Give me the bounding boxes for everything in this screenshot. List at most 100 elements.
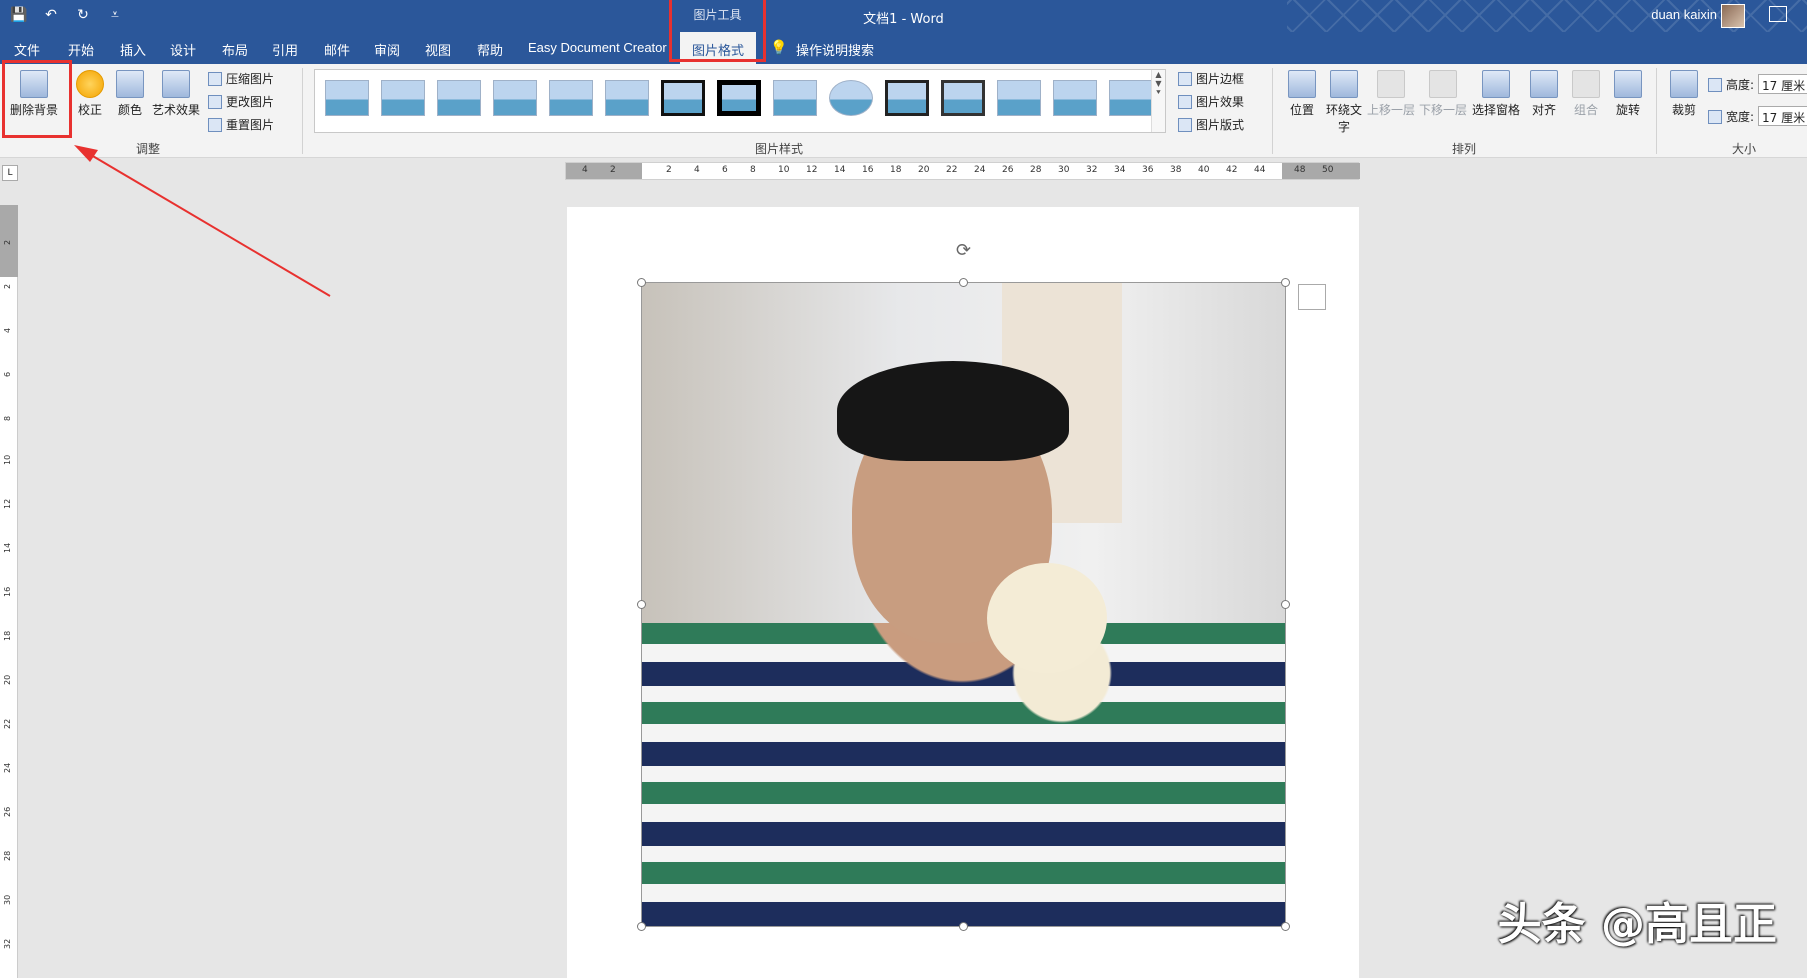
reset-picture-button[interactable]: 重置图片 — [208, 116, 274, 133]
ribbon-display-icon[interactable] — [1769, 6, 1787, 22]
vertical-ruler[interactable]: 2 2 4 6 8 10 12 14 16 18 20 22 24 26 28 30 32 — [0, 205, 18, 978]
tab-insert[interactable]: 插入 — [120, 40, 146, 59]
style-thumb[interactable] — [717, 80, 761, 116]
tab-easy-document-creator[interactable]: Easy Document Creator — [528, 40, 667, 55]
change-picture-icon — [208, 94, 222, 109]
resize-handle[interactable] — [1281, 278, 1290, 287]
tab-mailings[interactable]: 邮件 — [324, 40, 350, 59]
change-picture-button[interactable]: 更改图片 — [208, 93, 274, 110]
style-thumb[interactable] — [325, 80, 369, 116]
bring-forward-icon — [1377, 70, 1405, 98]
tab-design[interactable]: 设计 — [170, 40, 196, 59]
align-button[interactable]: 对齐 — [1524, 70, 1564, 118]
photo-hair — [837, 361, 1069, 461]
picture-styles-group-label: 图片样式 — [755, 142, 804, 156]
crop-button[interactable]: 裁剪 — [1664, 70, 1704, 118]
resize-handle[interactable] — [1281, 600, 1290, 609]
tell-me-search[interactable]: 操作说明搜索 — [796, 40, 874, 59]
rotate-button[interactable]: 旋转 — [1608, 70, 1648, 118]
resize-handle[interactable] — [959, 922, 968, 931]
artistic-effects-button[interactable]: 艺术效果 — [150, 70, 202, 118]
wrap-text-icon — [1330, 70, 1358, 98]
style-thumb[interactable] — [605, 80, 649, 116]
artistic-effects-icon — [162, 70, 190, 98]
height-label: 高度: — [1708, 76, 1754, 93]
user-name[interactable]: duan kaixin — [1651, 7, 1717, 22]
rotate-handle-icon[interactable]: ⟳ — [956, 240, 971, 261]
ruler-tick-label: 10 — [3, 454, 12, 465]
picture-layout-button[interactable]: 图片版式 — [1178, 116, 1244, 133]
sun-icon — [76, 70, 104, 98]
horizontal-ruler[interactable]: 4 2 2 4 6 8 10 12 14 16 18 20 22 24 26 28 30 32 34 36 38 40 42… — [565, 162, 1360, 180]
height-input[interactable]: 17 厘米 — [1758, 74, 1807, 94]
adjust-group-label: 调整 — [136, 142, 161, 156]
style-thumb[interactable] — [437, 80, 481, 116]
tab-selector[interactable]: L — [2, 165, 18, 181]
style-thumb[interactable] — [885, 80, 929, 116]
ruler-tick-label: 12 — [3, 498, 12, 509]
style-thumb[interactable] — [773, 80, 817, 116]
ruler-tick-label: 18 — [3, 630, 12, 641]
arrange-group-label: 排列 — [1452, 142, 1477, 156]
selected-picture[interactable] — [641, 282, 1286, 927]
resize-handle[interactable] — [637, 278, 646, 287]
size-group-label: 大小 — [1732, 142, 1757, 156]
ruler-tick-label: 4 — [694, 165, 700, 175]
effects-icon — [1178, 94, 1192, 109]
avatar[interactable] — [1721, 4, 1745, 28]
tab-file[interactable]: 文件 — [14, 40, 40, 59]
picture-tools-context-group: 图片工具 — [669, 0, 766, 62]
gallery-scroll[interactable]: ▲ ▼ ⯆ — [1151, 70, 1165, 132]
ruler-tick-label: 32 — [3, 938, 12, 949]
style-thumb[interactable] — [1053, 80, 1097, 116]
tab-help[interactable]: 帮助 — [477, 40, 503, 59]
ruler-tick-label: 26 — [3, 806, 12, 817]
ruler-margin — [566, 163, 642, 179]
bring-forward-button: 上移一层 — [1366, 70, 1416, 118]
color-button[interactable]: 颜色 — [112, 70, 148, 118]
watermark: 头条 @高且正 — [1497, 899, 1777, 950]
picture-border-button[interactable]: 图片边框 — [1178, 70, 1244, 87]
width-label: 宽度: — [1708, 108, 1754, 125]
tab-review[interactable]: 审阅 — [374, 40, 400, 59]
ruler-tick-label: 20 — [3, 674, 12, 685]
crop-icon — [1670, 70, 1698, 98]
layout-options-icon[interactable] — [1298, 284, 1326, 310]
rotate-icon — [1614, 70, 1642, 98]
resize-handle[interactable] — [1281, 922, 1290, 931]
tab-home[interactable]: 开始 — [68, 40, 94, 59]
resize-handle[interactable] — [959, 278, 968, 287]
height-icon — [1708, 77, 1722, 92]
ruler-tick-label: 28 — [1030, 165, 1042, 175]
resize-handle[interactable] — [637, 600, 646, 609]
selection-pane-button[interactable]: 选择窗格 — [1470, 70, 1522, 118]
ruler-tick-label: 36 — [1142, 165, 1154, 175]
style-thumb[interactable] — [381, 80, 425, 116]
align-icon — [1530, 70, 1558, 98]
style-thumb[interactable] — [1109, 80, 1153, 116]
picture-effects-button[interactable]: 图片效果 — [1178, 93, 1244, 110]
style-thumb[interactable] — [661, 80, 705, 116]
style-thumb[interactable] — [941, 80, 985, 116]
style-thumb[interactable] — [493, 80, 537, 116]
ruler-tick-label: 4 — [3, 327, 12, 333]
style-thumb[interactable] — [997, 80, 1041, 116]
style-thumb[interactable] — [829, 80, 873, 116]
compress-pictures-button[interactable]: 压缩图片 — [208, 70, 274, 87]
style-thumb[interactable] — [549, 80, 593, 116]
tab-layout[interactable]: 布局 — [222, 40, 248, 59]
resize-handle[interactable] — [637, 922, 646, 931]
width-icon — [1708, 109, 1722, 124]
tab-references[interactable]: 引用 — [272, 40, 298, 59]
wrap-text-button[interactable]: 环绕文字 — [1322, 70, 1366, 135]
corrections-button[interactable]: 校正 — [72, 70, 108, 118]
ruler-tick-label: 2 — [3, 239, 12, 245]
position-icon — [1288, 70, 1316, 98]
separator — [1656, 68, 1657, 154]
position-button[interactable]: 位置 — [1284, 70, 1320, 118]
width-input[interactable]: 17 厘米 — [1758, 106, 1807, 126]
compress-icon — [208, 71, 222, 86]
tab-view[interactable]: 视图 — [425, 40, 451, 59]
picture-styles-gallery[interactable]: ▲ ▼ ⯆ — [314, 69, 1166, 133]
document-title: 文档1 - Word — [863, 12, 944, 27]
